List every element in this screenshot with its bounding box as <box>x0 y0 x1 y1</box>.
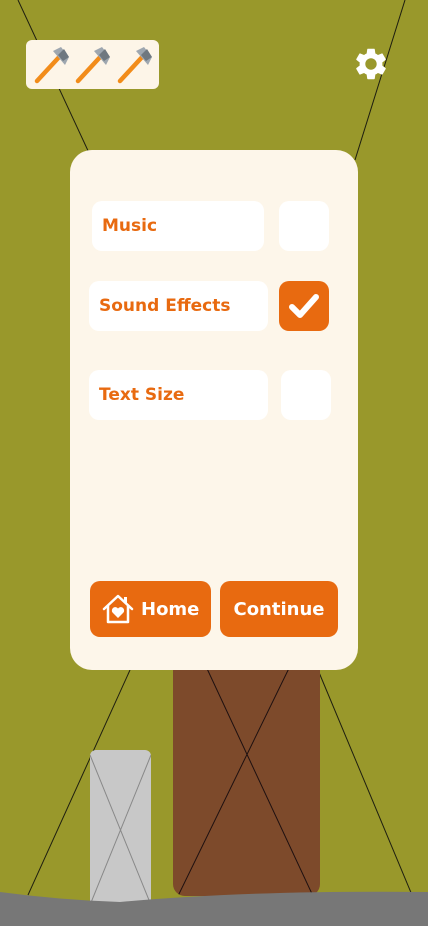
sound-effects-checkbox[interactable] <box>279 281 329 331</box>
text-size-label: Text Size <box>89 370 268 420</box>
music-label: Music <box>92 201 264 251</box>
settings-panel: Music Sound Effects Text Size Home Conti… <box>70 150 358 670</box>
axe-icon <box>31 45 71 85</box>
continue-label: Continue <box>233 598 325 620</box>
music-checkbox[interactable] <box>279 201 329 251</box>
house-heart-icon <box>102 594 134 624</box>
axe-icon <box>114 45 154 85</box>
lives-indicator <box>26 40 159 89</box>
gear-icon[interactable] <box>352 45 390 83</box>
home-label: Home <box>141 598 200 620</box>
home-button[interactable]: Home <box>90 581 211 637</box>
ground <box>0 891 428 926</box>
continue-button[interactable]: Continue <box>220 581 338 637</box>
text-size-checkbox[interactable] <box>281 370 331 420</box>
axe-icon <box>72 45 112 85</box>
sound-effects-label: Sound Effects <box>89 281 268 331</box>
checkmark-icon <box>289 294 319 318</box>
tree-trunk <box>173 660 320 896</box>
